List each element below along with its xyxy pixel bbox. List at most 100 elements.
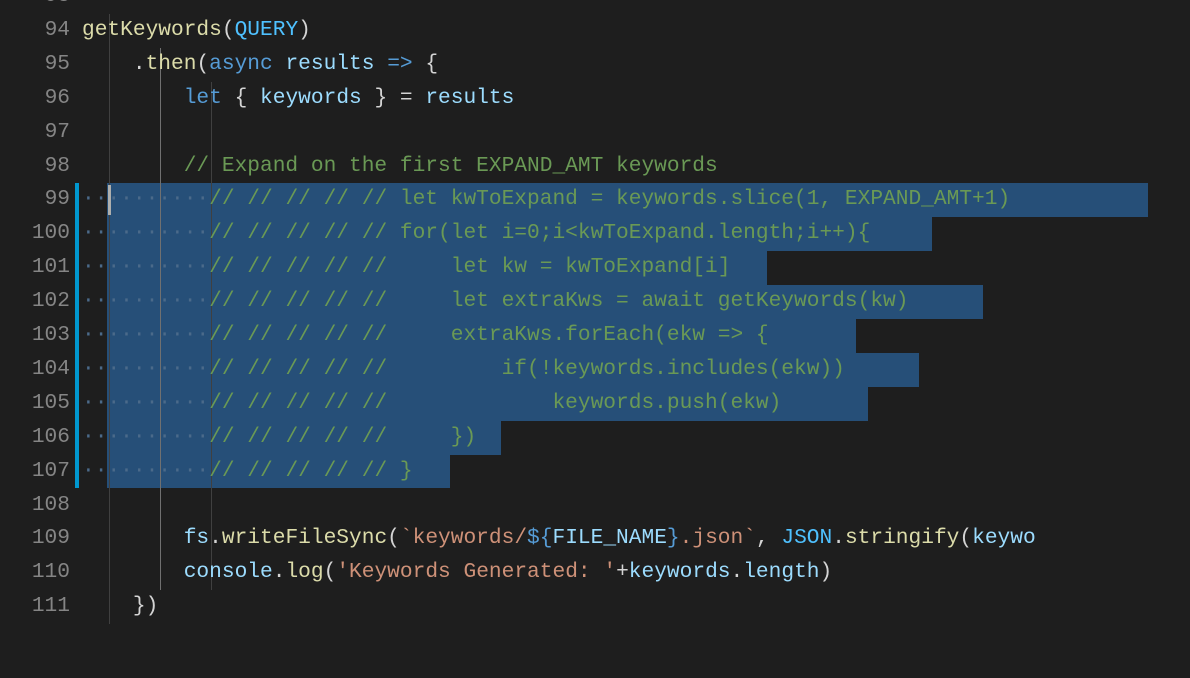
code-token: then [146, 52, 197, 76]
line-number[interactable]: 110 [0, 556, 70, 590]
line-number[interactable]: 99 [0, 183, 70, 217]
line-number[interactable]: 106 [0, 421, 70, 455]
code-token: ( [196, 52, 209, 76]
code-token: ( [387, 526, 400, 550]
whitespace-dots: ·········· [82, 289, 209, 313]
whitespace-dots: ·········· [82, 255, 209, 279]
code-line[interactable]: // Expand on the first EXPAND_AMT keywor… [82, 150, 718, 184]
code-token: { [413, 52, 438, 76]
line-number[interactable]: 95 [0, 48, 70, 82]
code-token: // Expand on the first EXPAND_AMT keywor… [184, 154, 718, 178]
gutter-change-bar [75, 183, 79, 488]
whitespace-dots: ·········· [82, 459, 209, 483]
code-token: let [184, 86, 222, 110]
code-token: + [616, 560, 629, 584]
code-token: // // // // // } [209, 459, 412, 483]
whitespace-dots: ·········· [82, 221, 209, 245]
code-token: // // // // // if(!keywords.includes(ekw… [209, 357, 845, 381]
line-number[interactable]: 101 [0, 251, 70, 285]
code-token: `keywords/ [400, 526, 527, 550]
code-line[interactable]: ··········// // // // // let extraKws = … [82, 285, 908, 319]
code-line[interactable]: console.log('Keywords Generated: '+keywo… [82, 556, 832, 590]
code-token: // // // // // let kwToExpand = keywords… [209, 187, 1010, 211]
code-token: . [209, 526, 222, 550]
code-token: // // // // // keywords.push(ekw) [209, 391, 781, 415]
code-token: . [82, 52, 146, 76]
code-token: // // // // // extraKws.forEach(ekw => { [209, 323, 768, 347]
code-token: console [184, 560, 273, 584]
code-token: ( [222, 18, 235, 42]
code-line[interactable]: getKeywords(QUERY) [82, 14, 311, 48]
code-token: length [743, 560, 819, 584]
whitespace-dots: ·········· [82, 391, 209, 415]
code-line[interactable]: ··········// // // // // let kwToExpand … [82, 183, 1010, 217]
line-number[interactable]: 107 [0, 455, 70, 489]
code-token: FILE_NAME [552, 526, 666, 550]
code-line[interactable]: ··········// // // // // } [82, 455, 413, 489]
code-token: 'Keywords Generated: ' [336, 560, 616, 584]
line-number-gutter[interactable]: 9394959697989910010110210310410510610710… [0, 0, 82, 678]
code-token: // // // // // }) [209, 425, 476, 449]
code-token: log [285, 560, 323, 584]
code-token: . [832, 526, 845, 550]
code-token [374, 52, 387, 76]
line-number[interactable]: 93 [0, 0, 70, 14]
code-token: { [222, 86, 260, 110]
code-token [82, 526, 184, 550]
code-token: // // // // // for(let i=0;i<kwToExpand.… [209, 221, 870, 245]
line-number[interactable]: 102 [0, 285, 70, 319]
line-number[interactable]: 111 [0, 590, 70, 624]
code-token: . [273, 560, 286, 584]
code-token: results [425, 86, 514, 110]
code-token: fs [184, 526, 209, 550]
code-token: ${ [527, 526, 552, 550]
code-token: ( [324, 560, 337, 584]
code-token: async [209, 52, 273, 76]
line-number[interactable]: 94 [0, 14, 70, 48]
code-token: keywo [972, 526, 1036, 550]
code-line[interactable]: .then(async results => { [82, 48, 438, 82]
line-number[interactable]: 103 [0, 319, 70, 353]
code-line[interactable]: fs.writeFileSync(`keywords/${FILE_NAME}.… [82, 522, 1036, 556]
code-line[interactable]: ··········// // // // // if(!keywords.in… [82, 353, 845, 387]
code-line[interactable]: ··········// // // // // keywords.push(e… [82, 387, 781, 421]
code-token: } [667, 526, 680, 550]
code-token: writeFileSync [222, 526, 387, 550]
code-token: ) [298, 18, 311, 42]
code-line[interactable]: let { keywords } = results [82, 82, 514, 116]
code-token: .json` [680, 526, 756, 550]
code-token: keywords [629, 560, 731, 584]
code-line[interactable]: ··········// // // // // }) [82, 421, 476, 455]
code-token [273, 52, 286, 76]
whitespace-dots: ·········· [82, 187, 209, 211]
code-token [82, 560, 184, 584]
code-token: keywords [260, 86, 362, 110]
line-number[interactable]: 108 [0, 489, 70, 523]
line-number[interactable]: 100 [0, 217, 70, 251]
code-line[interactable]: }) [82, 590, 158, 624]
code-line[interactable]: ··········// // // // // let kw = kwToEx… [82, 251, 730, 285]
code-token: stringify [845, 526, 959, 550]
text-cursor [108, 185, 111, 215]
code-area[interactable]: getKeywords(QUERY) .then(async results =… [82, 0, 1190, 678]
line-number[interactable]: 109 [0, 522, 70, 556]
code-line[interactable]: ··········// // // // // extraKws.forEac… [82, 319, 769, 353]
code-token [82, 86, 184, 110]
code-token: . [731, 560, 744, 584]
code-token: results [285, 52, 374, 76]
line-number[interactable]: 105 [0, 387, 70, 421]
line-number[interactable]: 104 [0, 353, 70, 387]
code-token: // // // // // let kw = kwToExpand[i] [209, 255, 730, 279]
code-token: getKeywords [82, 18, 222, 42]
code-token: // // // // // let extraKws = await getK… [209, 289, 908, 313]
line-number[interactable]: 98 [0, 150, 70, 184]
code-editor[interactable]: 9394959697989910010110210310410510610710… [0, 0, 1190, 678]
code-token: ( [959, 526, 972, 550]
code-token [82, 154, 184, 178]
code-token: }) [82, 594, 158, 618]
line-number[interactable]: 97 [0, 116, 70, 150]
code-token: QUERY [235, 18, 299, 42]
code-line[interactable]: ··········// // // // // for(let i=0;i<k… [82, 217, 870, 251]
line-number[interactable]: 96 [0, 82, 70, 116]
code-token: => [387, 52, 412, 76]
